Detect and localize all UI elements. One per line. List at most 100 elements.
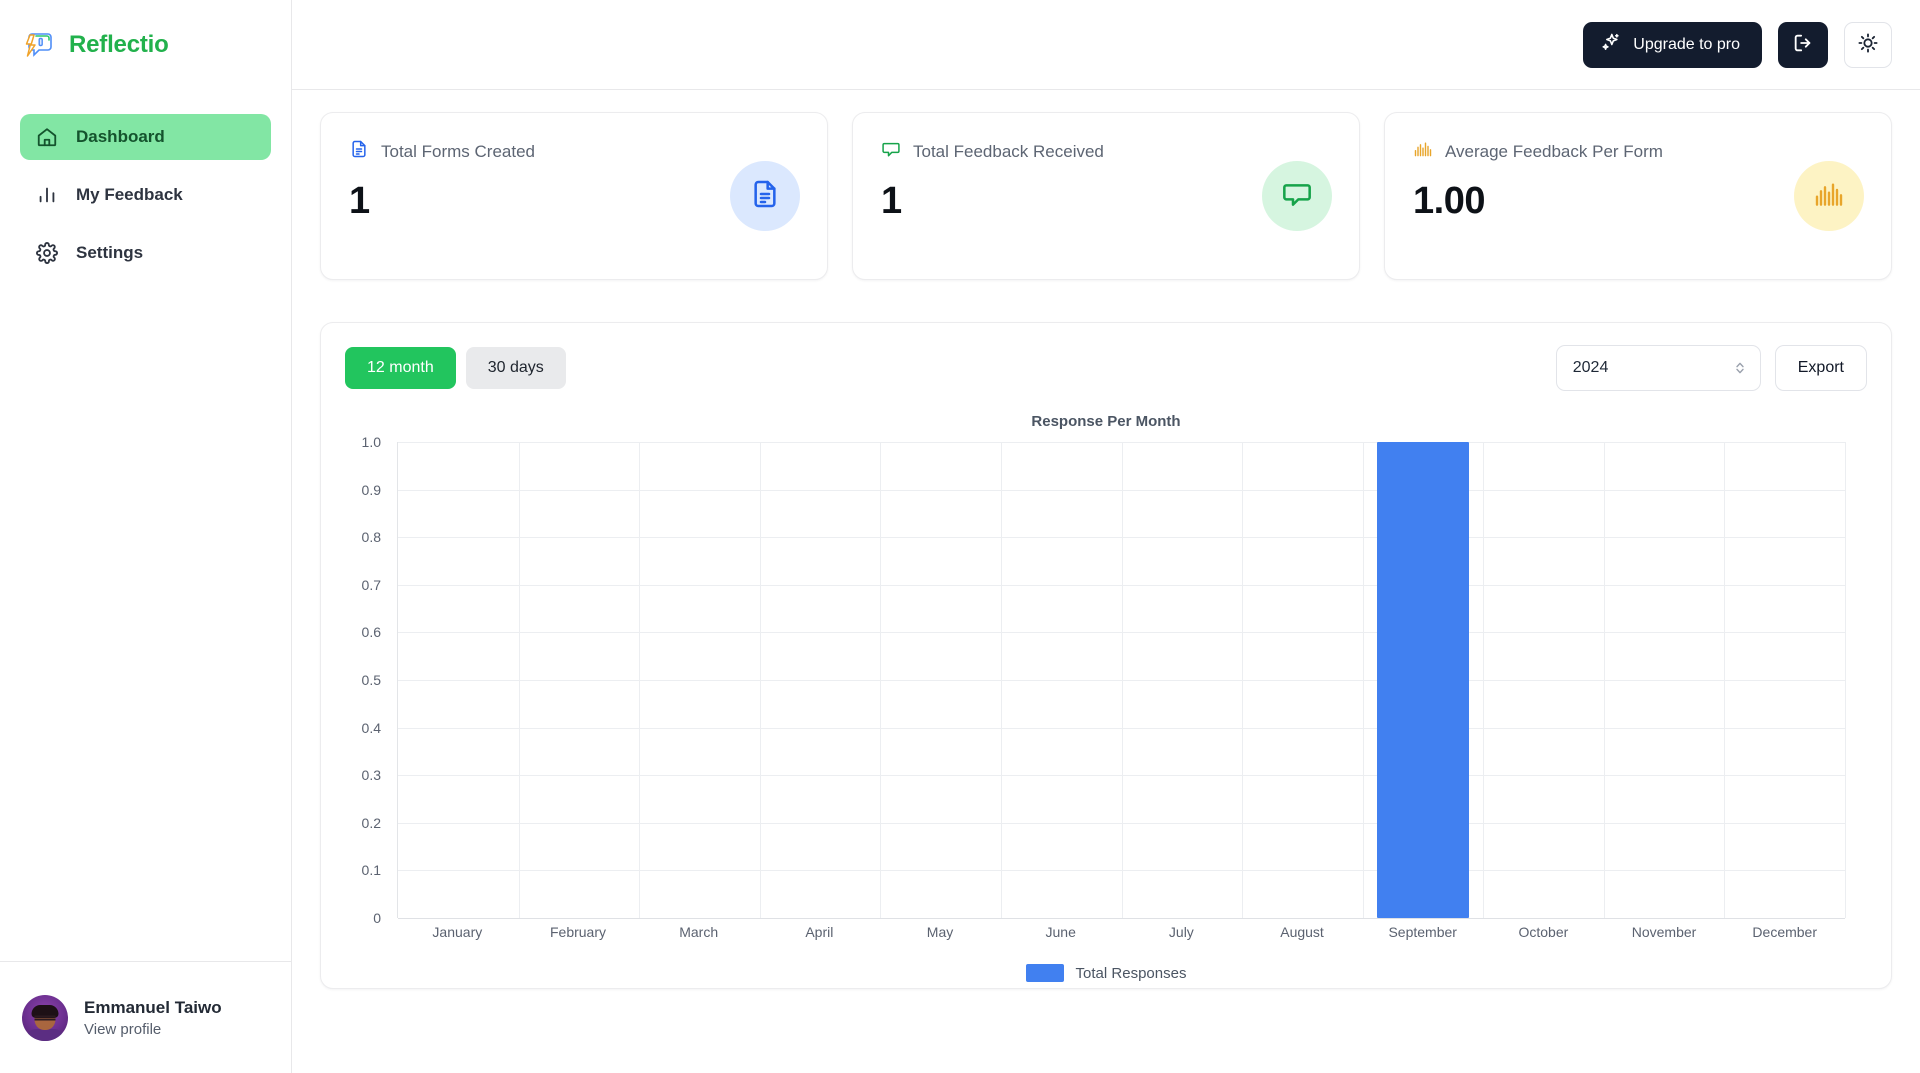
view-profile-link[interactable]: View profile bbox=[84, 1021, 222, 1038]
bar-chart-icon bbox=[1413, 139, 1433, 164]
brand[interactable]: Reflectio bbox=[0, 0, 291, 72]
chart-bar-cell[interactable] bbox=[1121, 442, 1242, 918]
chart-bar-cell[interactable] bbox=[760, 442, 881, 918]
chart-x-tick: February bbox=[549, 924, 607, 940]
sidebar: Reflectio Dashboard My Feedback Settings… bbox=[0, 0, 292, 1073]
app-root: Reflectio Dashboard My Feedback Settings… bbox=[0, 0, 1920, 1073]
chart-y-axis: 1.0 0.9 0.8 0.7 0.6 0.5 0.4 0.3 0.2 0.1 0 bbox=[345, 434, 389, 926]
stat-card-total-forms-created: Total Forms Created 1 bbox=[320, 112, 828, 280]
range-30-days-button[interactable]: 30 days bbox=[465, 347, 566, 389]
chart-bars bbox=[398, 442, 1845, 918]
chart-x-tick: January bbox=[432, 924, 483, 940]
card-badge bbox=[730, 161, 800, 231]
stat-card-average-feedback-per-form: Average Feedback Per Form 1.00 bbox=[1384, 112, 1892, 280]
chart-bar-cell[interactable] bbox=[519, 442, 640, 918]
legend-label: Total Responses bbox=[1075, 964, 1187, 982]
card-head: Total Feedback Received bbox=[881, 139, 1331, 164]
chart-y-tick: 0.6 bbox=[361, 624, 381, 641]
home-icon bbox=[36, 126, 58, 148]
sidebar-nav: Dashboard My Feedback Settings bbox=[0, 114, 291, 276]
chevron-updown-icon bbox=[1734, 361, 1746, 375]
chart-y-tick: 0.9 bbox=[361, 481, 381, 498]
chart-bar-cell[interactable] bbox=[1483, 442, 1604, 918]
profile-text: Emmanuel Taiwo View profile bbox=[84, 998, 222, 1038]
sidebar-item-settings[interactable]: Settings bbox=[20, 230, 271, 276]
chart-bar-cell[interactable] bbox=[1724, 442, 1845, 918]
bar-chart-icon bbox=[1813, 178, 1845, 215]
chart-toolbar: 12 month 30 days 2024 Export bbox=[345, 345, 1867, 391]
chart-y-tick: 0.2 bbox=[361, 814, 381, 831]
chat-bubble-icon bbox=[881, 139, 901, 164]
theme-toggle-button[interactable] bbox=[1844, 21, 1892, 68]
chart-y-tick: 0.1 bbox=[361, 862, 381, 879]
stat-card-total-feedback-received: Total Feedback Received 1 bbox=[852, 112, 1360, 280]
chart-bar-cell[interactable] bbox=[1242, 442, 1363, 918]
chart-y-tick: 0.7 bbox=[361, 576, 381, 593]
chat-bubble-icon bbox=[1281, 178, 1313, 215]
chart-bar-cell[interactable] bbox=[398, 442, 519, 918]
year-select-value: 2024 bbox=[1572, 359, 1609, 376]
chart-x-tick: August bbox=[1280, 924, 1324, 940]
sparkles-icon bbox=[1601, 32, 1621, 57]
upgrade-to-pro-label: Upgrade to pro bbox=[1633, 35, 1740, 53]
card-head: Average Feedback Per Form bbox=[1413, 139, 1863, 164]
card-label: Average Feedback Per Form bbox=[1445, 141, 1663, 161]
chart-x-tick: June bbox=[1045, 924, 1076, 940]
chart-bar-cell[interactable] bbox=[1604, 442, 1725, 918]
chart-y-tick: 0 bbox=[373, 910, 381, 926]
chart-bar-cell[interactable] bbox=[639, 442, 760, 918]
chart-gridline-v bbox=[1845, 442, 1846, 918]
sidebar-item-label: Dashboard bbox=[76, 127, 165, 146]
stat-cards: Total Forms Created 1 Total Feedback Rec… bbox=[320, 112, 1892, 280]
card-badge bbox=[1794, 161, 1864, 231]
sun-icon bbox=[1857, 32, 1879, 57]
chart-gridline-h bbox=[398, 918, 1845, 919]
chart-area: 1.0 0.9 0.8 0.7 0.6 0.5 0.4 0.3 0.2 0.1 0 January F… bbox=[345, 434, 1867, 982]
chart-legend: Total Responses bbox=[345, 964, 1867, 982]
chart-y-tick: 0.3 bbox=[361, 767, 381, 784]
sidebar-item-label: My Feedback bbox=[76, 185, 183, 204]
chart-panel: 12 month 30 days 2024 Export Response Pe… bbox=[320, 322, 1892, 989]
document-icon bbox=[349, 139, 369, 164]
chart-bar-cell[interactable] bbox=[1001, 442, 1122, 918]
card-label: Total Forms Created bbox=[381, 141, 535, 161]
main-area: Upgrade to pro Total Forms Created 1 Tot… bbox=[292, 0, 1920, 1073]
legend-swatch bbox=[1025, 964, 1064, 982]
card-badge bbox=[1262, 161, 1332, 231]
chart-x-tick: March bbox=[679, 924, 719, 940]
speech-bubble-bolt-icon bbox=[22, 28, 56, 62]
chart-toolbar-right: 2024 Export bbox=[1555, 345, 1867, 391]
gear-icon bbox=[36, 242, 58, 264]
chart-y-tick: 1.0 bbox=[361, 434, 381, 450]
profile-card[interactable]: Emmanuel Taiwo View profile bbox=[0, 961, 291, 1073]
chart-x-tick: September bbox=[1388, 924, 1457, 940]
document-icon bbox=[749, 178, 781, 215]
chart-y-tick: 0.4 bbox=[361, 719, 381, 736]
export-button[interactable]: Export bbox=[1774, 345, 1867, 391]
range-toggle-group: 12 month 30 days bbox=[345, 347, 566, 389]
chart-bar[interactable] bbox=[1377, 442, 1469, 918]
bar-chart-icon bbox=[36, 184, 58, 206]
card-label: Total Feedback Received bbox=[913, 141, 1104, 161]
range-12-month-button[interactable]: 12 month bbox=[345, 347, 456, 389]
year-select[interactable]: 2024 bbox=[1555, 345, 1761, 391]
chart-x-tick: April bbox=[805, 924, 834, 940]
chart-plot-area bbox=[397, 442, 1846, 919]
chart-bar-cell[interactable] bbox=[880, 442, 1001, 918]
chart-bar-cell[interactable] bbox=[1363, 442, 1484, 918]
chart-x-tick: December bbox=[1752, 924, 1818, 940]
sidebar-item-dashboard[interactable]: Dashboard bbox=[20, 114, 271, 160]
chart-x-tick: May bbox=[926, 924, 954, 940]
logout-button[interactable] bbox=[1778, 21, 1828, 68]
chart-x-tick: November bbox=[1631, 924, 1697, 940]
avatar bbox=[22, 994, 68, 1041]
brand-name: Reflectio bbox=[69, 31, 169, 58]
sidebar-item-my-feedback[interactable]: My Feedback bbox=[20, 172, 271, 218]
upgrade-to-pro-button[interactable]: Upgrade to pro bbox=[1583, 21, 1762, 68]
chart-x-axis: January February March April May June July Augu… bbox=[397, 924, 1845, 940]
chart-x-tick: October bbox=[1518, 924, 1569, 940]
chart-y-tick: 0.8 bbox=[361, 529, 381, 546]
chart-y-tick: 0.5 bbox=[361, 672, 381, 688]
chart-title: Response Per Month bbox=[1031, 413, 1181, 430]
chart-x-tick: July bbox=[1168, 924, 1194, 940]
